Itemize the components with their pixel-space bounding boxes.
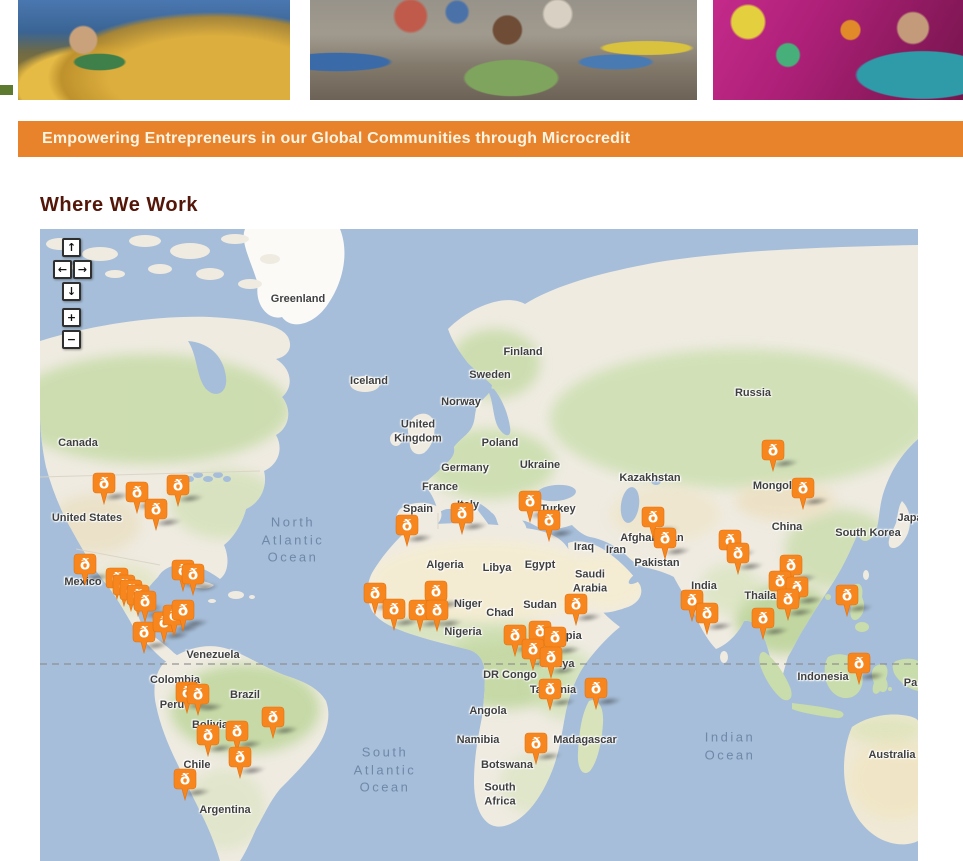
- map-control-pan-left[interactable]: ←: [53, 260, 72, 279]
- kiva-person-icon: ð: [758, 610, 768, 628]
- map-marker-kenya[interactable]: ð: [539, 646, 563, 679]
- map-marker-thailand[interactable]: ð: [751, 607, 775, 640]
- kiva-person-icon: ð: [268, 709, 278, 727]
- map-marker-yemen[interactable]: ð: [564, 593, 588, 626]
- kiva-person-icon: ð: [733, 545, 743, 563]
- map-marker-dominican-rep[interactable]: ð: [181, 563, 205, 596]
- kiva-person-icon: ð: [173, 477, 183, 495]
- kiva-person-icon: ð: [99, 475, 109, 493]
- map-control-pan-down[interactable]: ↓: [62, 282, 81, 301]
- kiva-person-icon: ð: [660, 530, 670, 548]
- map-control-zoom-out[interactable]: −: [62, 330, 81, 349]
- map-marker-benin[interactable]: ð: [425, 599, 449, 632]
- kiva-person-icon: ð: [525, 493, 535, 511]
- page-title: Where We Work: [40, 194, 198, 217]
- map-marker-morocco[interactable]: ð: [395, 514, 419, 547]
- map-marker-peru-2[interactable]: ð: [186, 683, 210, 716]
- kiva-person-icon: ð: [235, 749, 245, 767]
- map-marker-bolivia-1[interactable]: ð: [196, 724, 220, 757]
- map-marker-usa-east[interactable]: ð: [144, 498, 168, 531]
- kiva-person-icon: ð: [178, 602, 188, 620]
- kiva-person-icon: ð: [591, 680, 601, 698]
- kiva-person-icon: ð: [531, 735, 541, 753]
- map-marker-bhutan[interactable]: ð: [726, 542, 750, 575]
- kiva-person-icon: ð: [854, 655, 864, 673]
- map-marker-lebanon[interactable]: ð: [537, 509, 561, 542]
- map-marker-tunisia[interactable]: ð: [450, 502, 474, 535]
- photo-produce-vendor: [18, 0, 290, 100]
- map-marker-paraguay[interactable]: ð: [228, 746, 252, 779]
- kiva-person-icon: ð: [546, 649, 556, 667]
- kiva-person-icon: ð: [151, 501, 161, 519]
- map-marker-comoros[interactable]: ð: [584, 677, 608, 710]
- kiva-person-icon: ð: [188, 566, 198, 584]
- kiva-person-icon: ð: [140, 593, 150, 611]
- photo-woman-market: [310, 0, 697, 100]
- map-marker-mexico[interactable]: ð: [73, 553, 97, 586]
- map-canvas[interactable]: CanadaUnited StatesMexicoGreenlandIcelan…: [40, 229, 918, 861]
- map-marker-pakistan[interactable]: ð: [653, 527, 677, 560]
- map-marker-colombia-3[interactable]: ð: [171, 599, 195, 632]
- kiva-person-icon: ð: [528, 641, 538, 659]
- kiva-person-icon: ð: [544, 512, 554, 530]
- kiva-person-icon: ð: [389, 601, 399, 619]
- kiva-person-icon: ð: [457, 505, 467, 523]
- map-marker-usa-west[interactable]: ð: [92, 472, 116, 505]
- map-control-zoom-in[interactable]: +: [62, 308, 81, 327]
- map-marker-usa-northeast[interactable]: ð: [166, 474, 190, 507]
- map-marker-philippines[interactable]: ð: [835, 584, 859, 617]
- map-marker-cambodia[interactable]: ð: [776, 588, 800, 621]
- map-control-pan-right[interactable]: →: [73, 260, 92, 279]
- kiva-person-icon: ð: [702, 605, 712, 623]
- kiva-person-icon: ð: [842, 587, 852, 605]
- kiva-person-icon: ð: [180, 771, 190, 789]
- map-marker-brazil[interactable]: ð: [261, 706, 285, 739]
- kiva-person-icon: ð: [139, 624, 149, 642]
- kiva-person-icon: ð: [203, 727, 213, 745]
- photo-shop-owner: [713, 0, 963, 100]
- tagline-text: Empowering Entrepreneurs in our Global C…: [42, 130, 630, 147]
- kiva-person-icon: ð: [432, 602, 442, 620]
- map-marker-china-north[interactable]: ð: [791, 477, 815, 510]
- kiva-person-icon: ð: [510, 627, 520, 645]
- map-marker-mali[interactable]: ð: [382, 598, 406, 631]
- kiva-person-icon: ð: [80, 556, 90, 574]
- kiva-person-icon: ð: [648, 509, 658, 527]
- tagline-banner: Empowering Entrepreneurs in our Global C…: [18, 121, 963, 157]
- kiva-person-icon: ð: [571, 596, 581, 614]
- map-marker-mozambique[interactable]: ð: [524, 732, 548, 765]
- kiva-person-icon: ð: [402, 517, 412, 535]
- kiva-person-icon: ð: [132, 484, 142, 502]
- map-marker-chile[interactable]: ð: [173, 768, 197, 801]
- kiva-person-icon: ð: [798, 480, 808, 498]
- map-marker-tanzania[interactable]: ð: [538, 678, 562, 711]
- kiva-person-icon: ð: [193, 686, 203, 704]
- kiva-person-icon: ð: [431, 583, 441, 601]
- world-map-svg: [40, 229, 918, 861]
- kiva-person-icon: ð: [232, 723, 242, 741]
- kiva-person-icon: ð: [550, 629, 560, 647]
- green-accent-bar: [0, 85, 13, 95]
- kiva-person-icon: ð: [783, 591, 793, 609]
- map-marker-indonesia[interactable]: ð: [847, 652, 871, 685]
- kiva-person-icon: ð: [768, 442, 778, 460]
- kiva-person-icon: ð: [545, 681, 555, 699]
- map-control-pan-up[interactable]: ↑: [62, 238, 81, 257]
- map-marker-india-south[interactable]: ð: [695, 602, 719, 635]
- kiva-person-icon: ð: [370, 585, 380, 603]
- map-marker-mongolia[interactable]: ð: [761, 439, 785, 472]
